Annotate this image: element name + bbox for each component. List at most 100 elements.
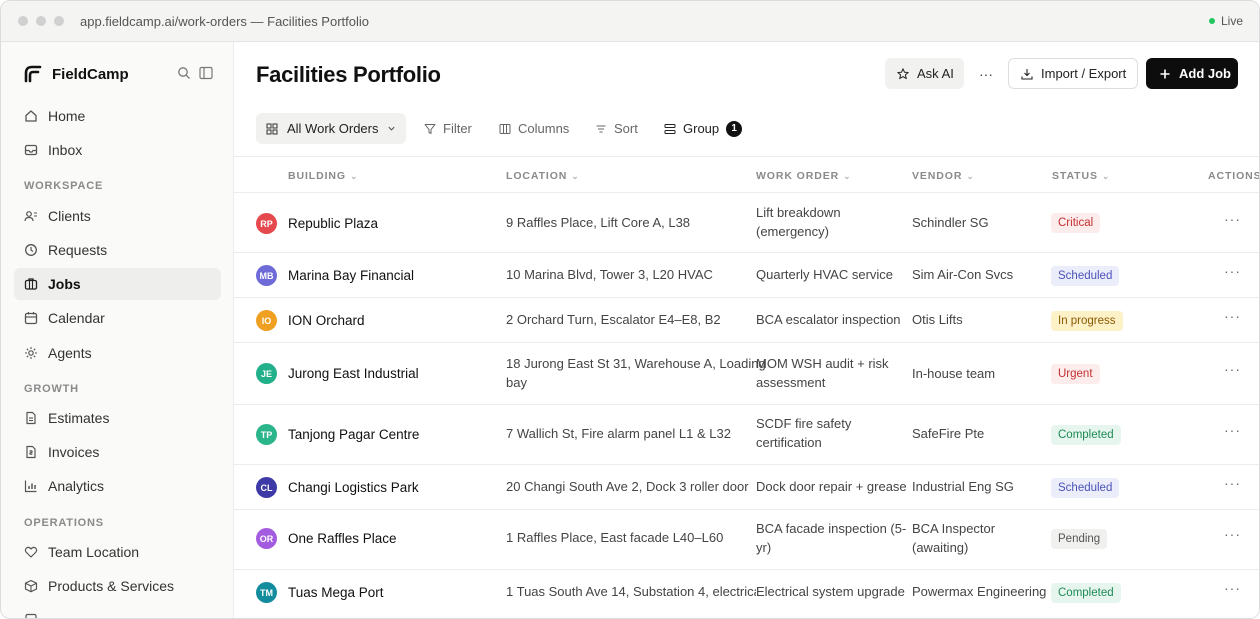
add-job-button[interactable]: Add Job — [1146, 58, 1238, 89]
filter-button[interactable]: Filter — [424, 113, 472, 144]
building-name[interactable]: Republic Plaza — [288, 214, 378, 233]
sidebar-item-analytics[interactable]: Analytics — [14, 470, 221, 502]
column-header-actions: ACTIONS — [1208, 170, 1260, 182]
work-order-cell: Lift breakdown (emergency) — [756, 203, 841, 241]
ask-ai-button[interactable]: Ask AI — [885, 58, 964, 89]
section-growth: GROWTH — [24, 383, 79, 395]
sparkle-icon — [24, 346, 38, 360]
brand[interactable]: FieldCamp — [24, 64, 129, 84]
sidebar-item-partial[interactable] — [14, 604, 221, 618]
view-selector[interactable]: All Work Orders — [256, 113, 406, 144]
sidebar-item-clients[interactable]: Clients — [14, 200, 221, 232]
sidebar-item-label: Home — [48, 108, 86, 124]
sidebar-item-products-services[interactable]: Products & Services — [14, 570, 221, 602]
table-row[interactable]: TP Tanjong Pagar Centre 7 Wallich St, Fi… — [234, 405, 1259, 465]
sidebar-item-home[interactable]: Home — [14, 100, 221, 132]
location-cell: 2 Orchard Turn, Escalator E4–E8, B2 — [506, 312, 721, 327]
row-actions-button[interactable]: ··· — [1224, 211, 1241, 227]
grid-icon — [266, 123, 278, 135]
row-actions-button[interactable]: ··· — [1224, 475, 1241, 491]
building-name[interactable]: Tuas Mega Port — [288, 583, 384, 602]
star-icon — [897, 67, 909, 80]
work-order-cell: MOM WSH audit + risk assessment — [756, 354, 889, 392]
group-button[interactable]: Group 1 — [664, 113, 743, 144]
row-actions-button[interactable]: ··· — [1224, 263, 1241, 279]
column-header-label: LOCATION — [506, 170, 568, 182]
status-badge: Completed — [1051, 583, 1121, 603]
vendor-cell: Powermax Engineering — [912, 584, 1047, 599]
row-actions-button[interactable]: ··· — [1224, 422, 1241, 438]
sidebar-item-team-location[interactable]: Team Location — [14, 536, 221, 568]
table-row[interactable]: MB Marina Bay Financial 10 Marina Blvd, … — [234, 253, 1259, 298]
main-content: Facilities Portfolio Ask AI ··· Import /… — [234, 42, 1260, 618]
building-name[interactable]: One Raffles Place — [288, 529, 397, 548]
building-name[interactable]: Marina Bay Financial — [288, 266, 414, 285]
sidebar-item-calendar[interactable]: Calendar — [14, 302, 221, 334]
work-order-line: certification — [756, 435, 822, 450]
sidebar-item-jobs[interactable]: Jobs — [14, 268, 221, 300]
row-actions-button[interactable]: ··· — [1224, 526, 1241, 542]
row-actions-button[interactable]: ··· — [1224, 361, 1241, 377]
table-row[interactable]: RP Republic Plaza 9 Raffles Place, Lift … — [234, 193, 1259, 253]
status-badge: Critical — [1051, 213, 1101, 233]
table-row[interactable]: IO ION Orchard 2 Orchard Turn, Escalator… — [234, 298, 1259, 343]
row-actions-button[interactable]: ··· — [1224, 580, 1241, 596]
filter-label: Filter — [443, 121, 472, 136]
close-window-dot[interactable] — [18, 16, 28, 26]
minimize-window-dot[interactable] — [36, 16, 46, 26]
status-badge: Scheduled — [1051, 478, 1120, 498]
column-header-vendor[interactable]: VENDOR ⌄ — [912, 170, 975, 182]
building-name[interactable]: Jurong East Industrial — [288, 364, 419, 383]
plus-icon — [1159, 68, 1171, 80]
sidebar-item-requests[interactable]: Requests — [14, 234, 221, 266]
avatar: MB — [256, 265, 277, 286]
building-name[interactable]: Tanjong Pagar Centre — [288, 425, 419, 444]
search-icon[interactable] — [177, 66, 191, 80]
live-dot-icon — [1208, 18, 1215, 24]
status-badge: Completed — [1051, 425, 1121, 445]
table-row[interactable]: TM Tuas Mega Port 1 Tuas South Ave 14, S… — [234, 570, 1259, 616]
box-icon — [24, 579, 38, 593]
sidebar-item-label: Invoices — [48, 444, 100, 460]
sidebar-item-estimates[interactable]: Estimates — [14, 402, 221, 434]
sidebar-item-inbox[interactable]: Inbox — [14, 134, 221, 166]
table-row[interactable]: JE Jurong East Industrial 18 Jurong East… — [234, 343, 1259, 405]
sidebar-item-label: Team Location — [48, 544, 140, 560]
work-order-cell: Quarterly HVAC service — [756, 267, 894, 282]
table-row[interactable]: CL Changi Logistics Park 20 Changi South… — [234, 465, 1259, 510]
work-order-line: (emergency) — [756, 224, 829, 239]
sort-icon — [595, 123, 607, 135]
vendor-cell: Otis Lifts — [912, 312, 963, 327]
more-options-button[interactable]: ··· — [976, 58, 996, 89]
group-icon — [664, 123, 676, 135]
vendor-cell: BCA Inspector (awaiting) — [912, 519, 995, 557]
columns-button[interactable]: Columns — [499, 113, 569, 144]
building-name[interactable]: Changi Logistics Park — [288, 478, 419, 497]
sidebar-toggle-icon[interactable] — [199, 66, 213, 80]
vendor-line: BCA Inspector — [912, 521, 996, 536]
download-icon — [1021, 68, 1033, 80]
chevron-down-icon — [387, 124, 396, 133]
sidebar-item-label: Inbox — [48, 142, 83, 158]
inbox-icon — [24, 143, 38, 157]
location-line: bay — [506, 375, 527, 390]
avatar: JE — [256, 363, 277, 384]
row-actions-button[interactable]: ··· — [1224, 308, 1241, 324]
column-header-status[interactable]: STATUS ⌄ — [1052, 170, 1110, 182]
sort-button[interactable]: Sort — [595, 113, 638, 144]
building-name[interactable]: ION Orchard — [288, 311, 365, 330]
column-header-location[interactable]: LOCATION ⌄ — [506, 170, 580, 182]
column-header-building[interactable]: BUILDING ⌄ — [288, 170, 358, 182]
sidebar-item-invoices[interactable]: Invoices — [14, 436, 221, 468]
import-export-button[interactable]: Import / Export — [1008, 58, 1138, 89]
column-header-label: ACTIONS — [1208, 170, 1260, 182]
bar-chart-icon — [24, 479, 38, 493]
sidebar-item-agents[interactable]: Agents — [14, 337, 221, 369]
sort-label: Sort — [614, 121, 638, 136]
add-job-label: Add Job — [1179, 66, 1231, 81]
maximize-window-dot[interactable] — [54, 16, 64, 26]
sidebar-item-label: Products & Services — [48, 578, 175, 594]
table-row[interactable]: OR One Raffles Place 1 Raffles Place, Ea… — [234, 510, 1259, 570]
column-header-work-order[interactable]: WORK ORDER ⌄ — [756, 170, 852, 182]
clock-icon — [24, 243, 38, 257]
